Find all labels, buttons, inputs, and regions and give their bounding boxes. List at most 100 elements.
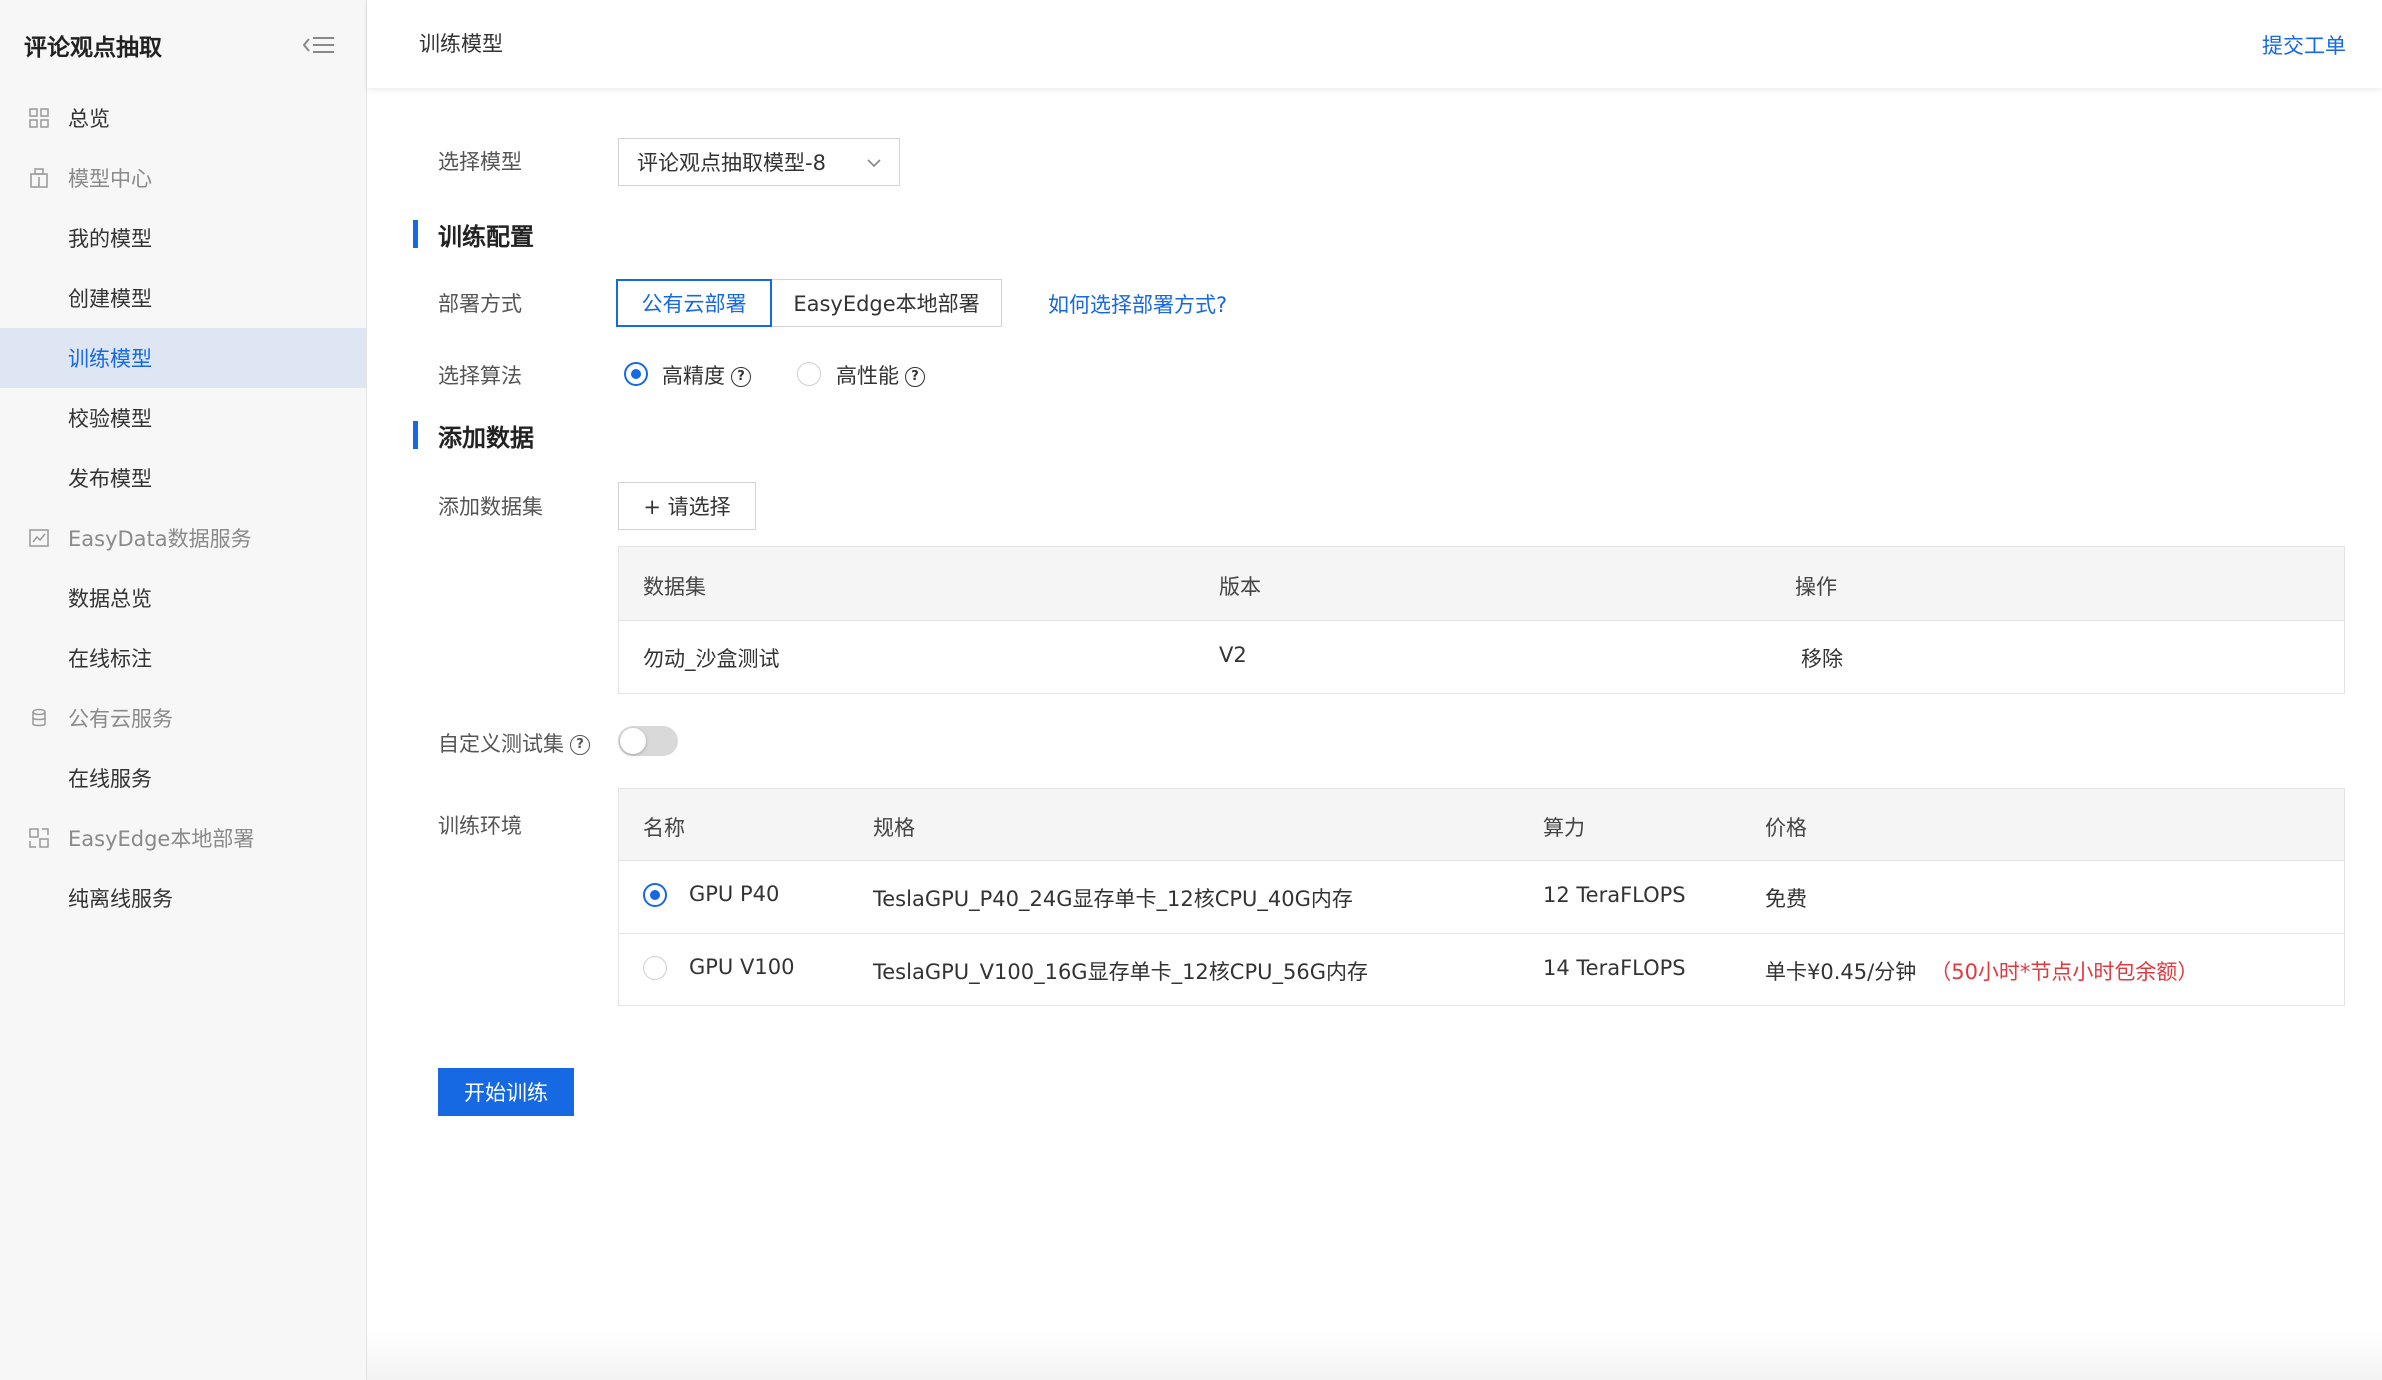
sidebar-item-label: 创建模型: [68, 287, 152, 311]
select-model-label: 选择模型: [438, 150, 522, 174]
env-price: 免费: [1765, 887, 1807, 911]
sidebar-group-public-cloud[interactable]: 公有云服务: [0, 688, 366, 748]
sidebar-header: 评论观点抽取: [0, 0, 366, 90]
section-add-data: 添加数据: [413, 420, 534, 452]
sidebar-item-label: 在线标注: [68, 647, 152, 671]
env-power: 12 TeraFLOPS: [1543, 883, 1686, 907]
sidebar-item-label: 发布模型: [68, 467, 152, 491]
sidebar-item-label: 公有云服务: [68, 707, 173, 731]
sidebar-item-data-overview[interactable]: 数据总览: [0, 568, 366, 628]
dataset-version: V2: [1219, 643, 1247, 667]
algo-option-high-performance: 高性能?: [836, 360, 925, 390]
sidebar-group-model-center[interactable]: 模型中心: [0, 148, 366, 208]
section-train-config: 训练配置: [413, 219, 534, 251]
model-select[interactable]: 评论观点抽取模型-8: [618, 138, 900, 186]
toggle-knob: [620, 728, 646, 754]
app-root: 评论观点抽取 总览 模型中心 我的模型 创建模型 训练模型 校验模型 发布模型 …: [0, 0, 2382, 1380]
env-name: GPU P40: [689, 882, 780, 906]
algo-radio-high-accuracy[interactable]: [624, 362, 648, 386]
sidebar-item-create-model[interactable]: 创建模型: [0, 268, 366, 328]
algorithm-label: 选择算法: [438, 364, 522, 388]
sidebar-item-label: 总览: [68, 107, 110, 131]
select-dataset-button[interactable]: + 请选择: [618, 482, 756, 530]
section-title: 添加数据: [438, 423, 534, 452]
sidebar-item-label: EasyData数据服务: [68, 527, 252, 551]
algo-option-high-accuracy: 高精度?: [662, 360, 751, 390]
sidebar-group-easyedge[interactable]: EasyEdge本地部署: [0, 808, 366, 868]
chevron-down-icon: [865, 153, 883, 171]
algo-option-label: 高性能: [836, 364, 899, 388]
env-spec: TeslaGPU_V100_16G显存单卡_12核CPU_56G内存: [873, 960, 1368, 984]
sidebar-item-label: 纯离线服务: [68, 887, 173, 911]
env-power: 14 TeraFLOPS: [1543, 956, 1686, 980]
deploy-help-link[interactable]: 如何选择部署方式?: [1048, 289, 1227, 319]
model-select-value: 评论观点抽取模型-8: [637, 151, 826, 175]
footer-shade: [367, 1330, 2382, 1380]
help-icon[interactable]: ?: [905, 367, 925, 387]
top-bar: 训练模型 提交工单: [367, 0, 2382, 88]
custom-test-set-toggle[interactable]: [618, 726, 678, 756]
start-training-button[interactable]: 开始训练: [438, 1068, 574, 1116]
page-title: 训练模型: [419, 32, 503, 56]
sidebar-item-label: 校验模型: [68, 407, 152, 431]
building-icon: [28, 167, 50, 189]
submit-ticket-link[interactable]: 提交工单: [2262, 30, 2346, 60]
column-header: 名称: [643, 816, 685, 840]
sidebar: 评论观点抽取 总览 模型中心 我的模型 创建模型 训练模型 校验模型 发布模型 …: [0, 0, 367, 1380]
algo-radio-high-performance[interactable]: [797, 362, 821, 386]
algo-option-label: 高精度: [662, 364, 725, 388]
sidebar-item-label: 数据总览: [68, 587, 152, 611]
env-radio-v100[interactable]: [643, 956, 667, 980]
column-header: 操作: [1795, 575, 1837, 599]
sidebar-group-easydata[interactable]: EasyData数据服务: [0, 508, 366, 568]
sidebar-item-offline-service[interactable]: 纯离线服务: [0, 868, 366, 928]
section-marker: [413, 220, 418, 248]
help-icon[interactable]: ?: [731, 367, 751, 387]
sidebar-item-label: EasyEdge本地部署: [68, 827, 255, 851]
sidebar-item-verify-model[interactable]: 校验模型: [0, 388, 366, 448]
sidebar-item-publish-model[interactable]: 发布模型: [0, 448, 366, 508]
sidebar-item-online-annotation[interactable]: 在线标注: [0, 628, 366, 688]
column-header: 版本: [1219, 575, 1261, 599]
deploy-icon: [28, 827, 50, 849]
sidebar-item-my-models[interactable]: 我的模型: [0, 208, 366, 268]
section-marker: [413, 421, 418, 449]
dataset-table: 数据集 版本 操作 勿动_沙盒测试 V2 移除: [618, 546, 2345, 694]
deploy-option-public-cloud[interactable]: 公有云部署: [616, 279, 772, 327]
env-radio-p40[interactable]: [643, 883, 667, 907]
sidebar-item-label: 模型中心: [68, 167, 152, 191]
env-spec: TeslaGPU_P40_24G显存单卡_12核CPU_40G内存: [873, 887, 1353, 911]
custom-test-set-text: 自定义测试集: [438, 732, 564, 756]
deploy-method-label: 部署方式: [438, 292, 522, 316]
training-env-label: 训练环境: [438, 814, 522, 838]
app-title: 评论观点抽取: [24, 35, 162, 61]
env-price: 单卡¥0.45/分钟 （50小时*节点小时包余额）: [1765, 956, 2198, 986]
table-header: 名称 规格 算力 价格: [619, 789, 2344, 861]
chart-icon: [28, 527, 50, 549]
column-header: 规格: [873, 816, 915, 840]
training-env-table: 名称 规格 算力 价格 GPU P40 TeslaGPU_P40_24G显存单卡…: [618, 788, 2345, 1006]
sidebar-item-label: 我的模型: [68, 227, 152, 251]
table-header: 数据集 版本 操作: [619, 547, 2344, 621]
column-header: 数据集: [643, 575, 706, 599]
column-header: 价格: [1765, 816, 1807, 840]
database-icon: [28, 707, 50, 729]
section-title: 训练配置: [438, 222, 534, 251]
add-dataset-label: 添加数据集: [438, 495, 543, 519]
custom-test-set-label: 自定义测试集?: [438, 728, 590, 758]
sidebar-item-online-service[interactable]: 在线服务: [0, 748, 366, 808]
sidebar-item-overview[interactable]: 总览: [0, 88, 366, 148]
help-icon[interactable]: ?: [570, 735, 590, 755]
remove-dataset-link[interactable]: 移除: [1801, 643, 1843, 673]
sidebar-item-train-model[interactable]: 训练模型: [0, 328, 366, 388]
env-price-note: （50小时*节点小时包余额）: [1930, 960, 2199, 984]
sidebar-item-label: 训练模型: [68, 347, 152, 371]
env-price-value: 单卡¥0.45/分钟: [1765, 960, 1917, 984]
dataset-name: 勿动_沙盒测试: [643, 647, 780, 671]
sidebar-item-label: 在线服务: [68, 767, 152, 791]
grid-icon: [28, 107, 50, 129]
deploy-option-easyedge[interactable]: EasyEdge本地部署: [772, 279, 1002, 327]
env-name: GPU V100: [689, 955, 795, 979]
collapse-menu-icon[interactable]: [300, 30, 336, 60]
row-divider: [619, 933, 2344, 934]
